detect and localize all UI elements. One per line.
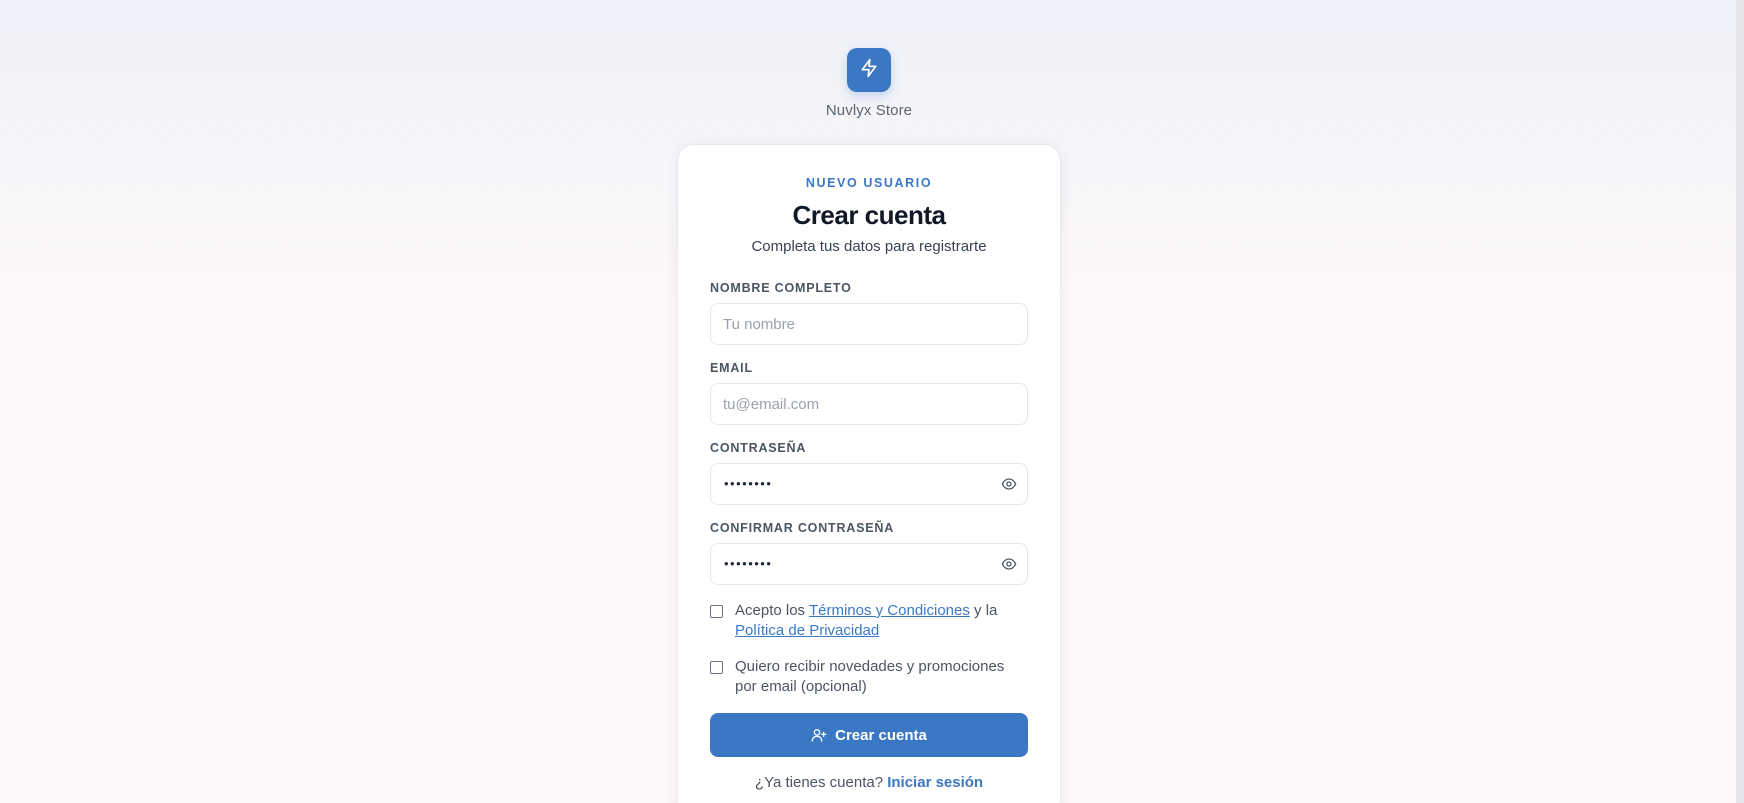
brand-header: Nuvlyx Store bbox=[0, 0, 1738, 119]
create-account-label: Crear cuenta bbox=[835, 726, 927, 744]
password-label: CONTRASEÑA bbox=[710, 441, 807, 455]
terms-row: Acepto los Términos y Condiciones y la Po… bbox=[710, 601, 1028, 641]
email-field bbox=[710, 383, 1028, 425]
password-field[interactable]: •••••••• bbox=[710, 463, 1028, 505]
terms-middle: y la bbox=[969, 602, 998, 619]
terms-link[interactable]: Términos y Condiciones bbox=[809, 602, 970, 619]
confirm-password-value[interactable]: •••••••• bbox=[724, 544, 772, 584]
brand-name: Nuvlyx Store bbox=[825, 102, 913, 119]
terms-text: Acepto los Términos y Condiciones y la Po… bbox=[735, 601, 997, 641]
newsletter-row: Quiero recibir novedades y promociones p… bbox=[710, 657, 1028, 697]
login-link[interactable]: Iniciar sesión bbox=[887, 774, 983, 791]
scrollbar-thumb[interactable] bbox=[1736, 0, 1744, 803]
password-value[interactable]: •••••••• bbox=[724, 464, 772, 504]
scrollbar-track[interactable] bbox=[1736, 0, 1744, 803]
eye-icon[interactable] bbox=[1001, 556, 1017, 572]
email-label: EMAIL bbox=[710, 361, 753, 375]
login-prompt: ¿Ya tienes cuenta? Iniciar sesión bbox=[678, 774, 1060, 791]
create-account-button[interactable]: Crear cuenta bbox=[710, 713, 1028, 757]
page-subtitle: Completa tus datos para registrarte bbox=[751, 238, 987, 255]
privacy-link[interactable]: Política de Privacidad bbox=[735, 622, 879, 639]
confirm-password-label: CONFIRMAR CONTRASEÑA bbox=[710, 521, 895, 535]
email-input[interactable] bbox=[711, 384, 1027, 424]
newsletter-checkbox[interactable] bbox=[710, 661, 723, 674]
name-input[interactable] bbox=[711, 304, 1027, 344]
user-plus-icon bbox=[811, 727, 827, 743]
card-eyebrow: NUEVO USUARIO bbox=[805, 176, 933, 190]
newsletter-text: Quiero recibir novedades y promociones p… bbox=[735, 658, 1005, 695]
login-question: ¿Ya tienes cuenta? bbox=[754, 774, 884, 791]
signup-card: NUEVO USUARIO Crear cuenta Completa tus … bbox=[678, 145, 1060, 803]
page-title: Crear cuenta bbox=[792, 200, 946, 230]
terms-prefix: Acepto los bbox=[735, 602, 809, 619]
lightning-bolt-icon bbox=[859, 58, 879, 83]
eye-icon[interactable] bbox=[1001, 476, 1017, 492]
terms-checkbox[interactable] bbox=[710, 605, 723, 618]
name-label: NOMBRE COMPLETO bbox=[710, 281, 852, 295]
brand-logo[interactable] bbox=[847, 48, 891, 92]
confirm-password-field[interactable]: •••••••• bbox=[710, 543, 1028, 585]
name-field bbox=[710, 303, 1028, 345]
